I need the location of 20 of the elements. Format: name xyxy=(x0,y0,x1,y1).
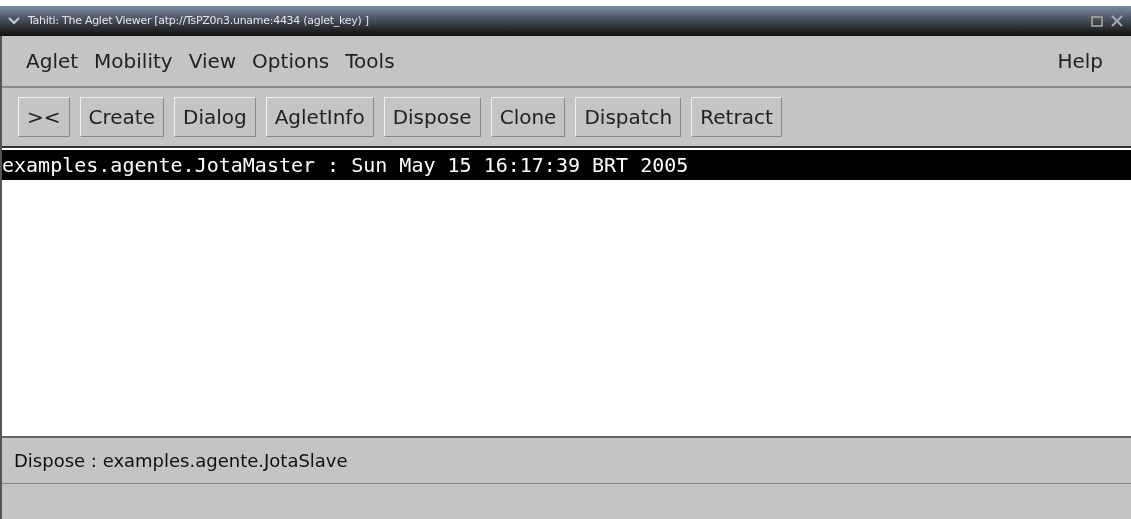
toolbar-button[interactable]: Create xyxy=(79,97,164,137)
list-item[interactable]: examples.agente.JotaMaster : Sun May 15 16:17:39 BRT 2005 xyxy=(2,150,1131,180)
menu-item[interactable]: View xyxy=(188,46,237,76)
toolbar-button[interactable]: Dispatch xyxy=(575,97,682,137)
menu-item[interactable]: Aglet xyxy=(26,46,79,76)
caret-icon[interactable] xyxy=(8,16,20,26)
menu-item[interactable]: Help xyxy=(1057,46,1103,76)
toolbar-button[interactable]: AgletInfo xyxy=(265,97,374,137)
menu-item[interactable]: Options xyxy=(252,46,330,76)
menu-item[interactable]: Mobility xyxy=(94,46,173,76)
status-text: Dispose : examples.agente.JotaSlave xyxy=(14,449,348,473)
toolbar-button[interactable]: Clone xyxy=(490,97,566,137)
window-title: Tahiti: The Aglet Viewer [atp://TsPZ0n3.uname:4434 (aglet_key) ] xyxy=(28,12,369,29)
toolbar-button[interactable]: >< xyxy=(18,97,70,137)
menu-item[interactable]: Tools xyxy=(345,46,395,76)
toolbar-button[interactable]: Dispose xyxy=(383,97,481,137)
close-icon[interactable] xyxy=(1111,15,1123,27)
toolbar-button[interactable]: Dialog xyxy=(174,97,256,137)
toolbar-button[interactable]: Retract xyxy=(691,97,782,137)
maximize-icon[interactable] xyxy=(1091,15,1103,27)
